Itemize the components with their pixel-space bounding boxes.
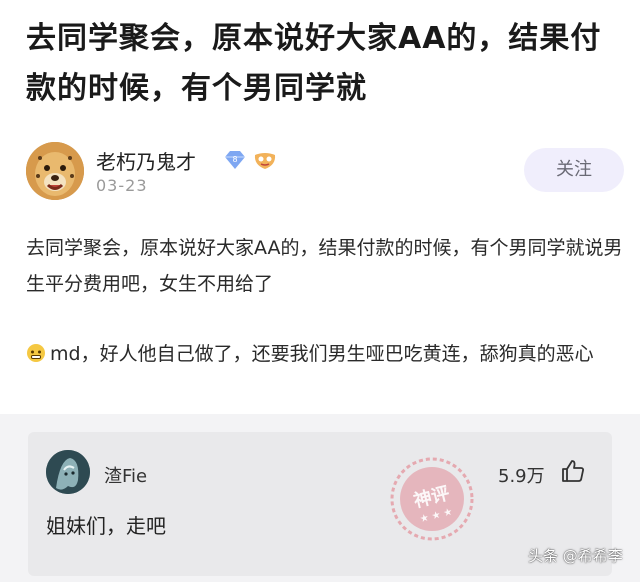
post-date: 03-23	[96, 176, 148, 195]
post-body-paragraph-2: md，好人他自己做了，还要我们男生哑巴吃黄连，舔狗真的恶心	[26, 336, 626, 372]
thumbs-up-icon[interactable]	[560, 458, 586, 484]
cheetah-avatar-icon	[26, 142, 84, 200]
comment-text: 姐妹们，走吧	[46, 514, 166, 538]
commenter-avatar[interactable]	[46, 450, 90, 494]
commenter-name[interactable]: 渣Fie	[104, 462, 147, 488]
like-count: 5.9万	[498, 466, 545, 487]
author-avatar[interactable]	[26, 142, 84, 200]
comment-card: 渣Fie 5.9万 姐妹们，走吧	[28, 432, 612, 576]
follow-button[interactable]: 关注	[524, 148, 624, 192]
level-number: 8	[232, 155, 237, 164]
post-card: 去同学聚会，原本说好大家AA的，结果付款的时候，有个男同学就 老朽乃鬼才 8 0…	[0, 0, 640, 414]
author-row: 老朽乃鬼才 8 03-23 关注	[26, 142, 626, 202]
top-comment-stamp-icon: 神评 ★ ★ ★	[390, 457, 474, 541]
angry-emoji-icon	[27, 344, 45, 362]
author-name[interactable]: 老朽乃鬼才	[96, 146, 196, 175]
diamond-level-icon: 8	[225, 151, 245, 169]
watermark: 头条 @希希李	[528, 547, 623, 565]
ghost-avatar-icon	[46, 450, 90, 494]
post-body-paragraph-1: 去同学聚会，原本说好大家AA的，结果付款的时候，有个男同学就说男生平分费用吧，女…	[26, 237, 623, 295]
post-title[interactable]: 去同学聚会，原本说好大家AA的，结果付款的时候，有个男同学就	[26, 14, 616, 114]
post-body-paragraph-2-text: md，好人他自己做了，还要我们男生哑巴吃黄连，舔狗真的恶心	[50, 343, 594, 365]
mask-badge-icon	[254, 153, 276, 169]
